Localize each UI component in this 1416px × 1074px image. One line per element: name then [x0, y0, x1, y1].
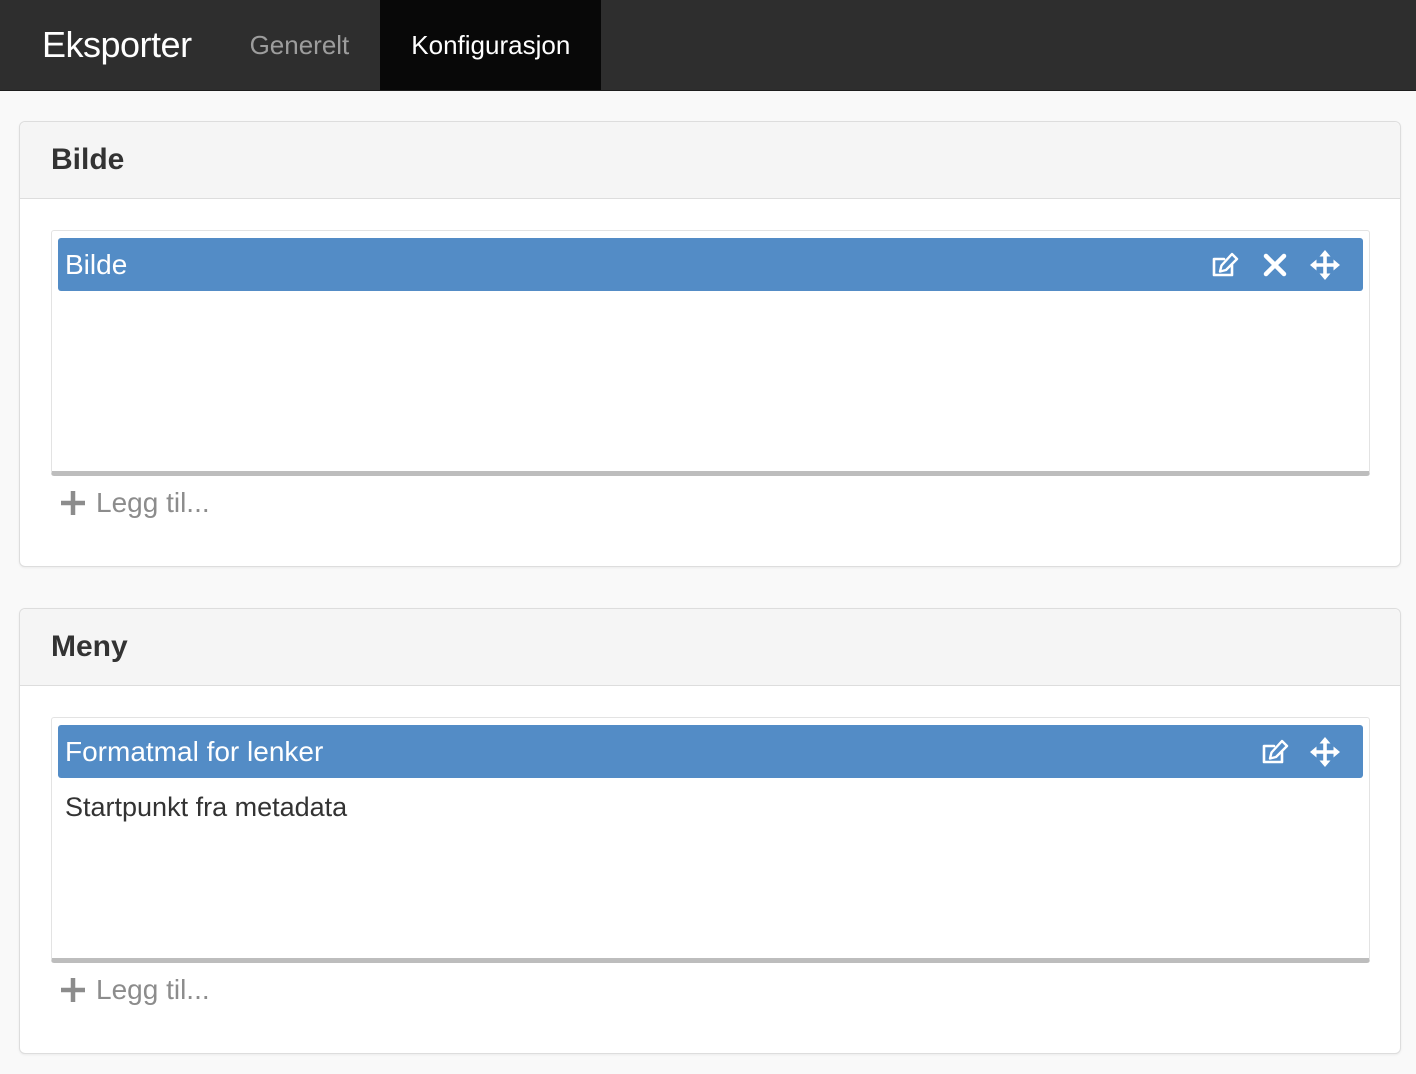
plus-icon — [60, 490, 86, 516]
item-title: Formatmal for lenker — [65, 735, 324, 767]
add-item-label: Legg til... — [96, 974, 210, 1005]
move-icon[interactable] — [1310, 249, 1340, 280]
panel-body: Formatmal for lenker Startpunkt fra meta… — [20, 686, 1400, 1054]
add-item-label: Legg til... — [96, 487, 210, 518]
panel-bilde: Bilde Bilde Legg til... — [19, 121, 1401, 567]
item-container: Bilde — [51, 230, 1370, 476]
add-item-link[interactable]: Legg til... — [60, 974, 210, 1006]
close-icon[interactable] — [1260, 250, 1290, 280]
item-actions — [1260, 736, 1363, 767]
top-navbar: Eksporter Generelt Konfigurasjon — [0, 0, 1416, 91]
panel-heading: Bilde — [20, 122, 1400, 199]
item-header: Formatmal for lenker — [58, 725, 1363, 778]
item-title: Bilde — [65, 248, 128, 280]
item-header: Bilde — [58, 238, 1363, 291]
edit-icon[interactable] — [1260, 737, 1290, 767]
plus-icon — [60, 977, 86, 1003]
panel-body: Bilde Legg til... — [20, 199, 1400, 567]
panel-meny: Meny Formatmal for lenker Startpunkt fra… — [19, 608, 1401, 1054]
edit-icon[interactable] — [1210, 250, 1240, 280]
tab-konfigurasjon[interactable]: Konfigurasjon — [380, 0, 602, 90]
move-icon[interactable] — [1310, 736, 1340, 767]
tab-generelt[interactable]: Generelt — [250, 0, 381, 90]
app-brand[interactable]: Eksporter — [0, 0, 250, 90]
panel-heading: Meny — [20, 609, 1400, 686]
add-item-link[interactable]: Legg til... — [60, 487, 210, 519]
item-actions — [1210, 249, 1363, 280]
item-content: Startpunkt fra metadata — [65, 792, 348, 822]
item-container: Formatmal for lenker Startpunkt fra meta… — [51, 717, 1370, 963]
